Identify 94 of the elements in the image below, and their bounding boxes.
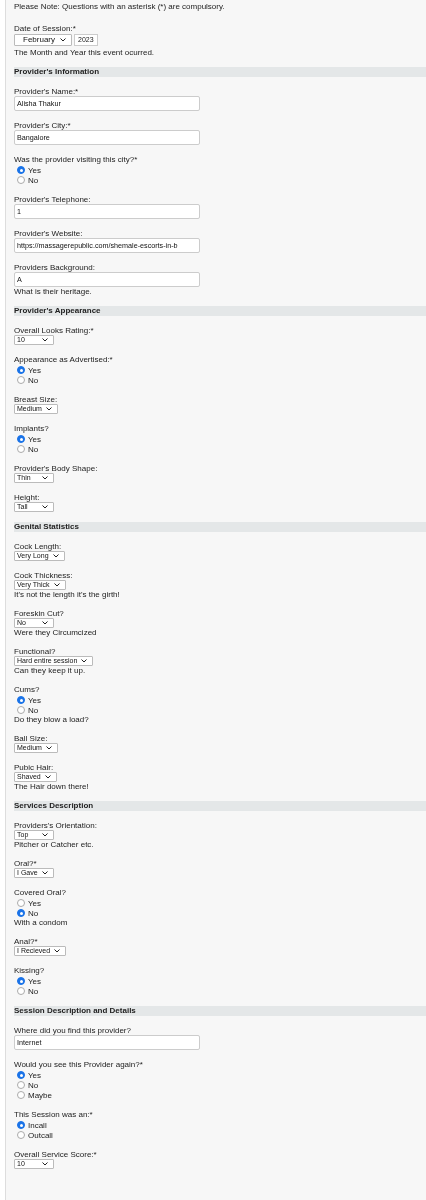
radio-option[interactable]: Yes <box>14 976 42 986</box>
radio-button[interactable] <box>17 977 25 985</box>
radio-option[interactable]: Yes <box>14 898 42 908</box>
field-label: Provider's Website: <box>14 229 83 238</box>
radio-button[interactable] <box>17 706 25 714</box>
caret-icon <box>44 775 51 779</box>
field-label: Foreskin Cut? <box>14 609 64 618</box>
field-label: Kissing? <box>14 966 45 975</box>
field-label: Date of Session:* <box>14 24 76 33</box>
field-label: Implants? <box>14 424 49 433</box>
field-label: Overall Service Score:* <box>14 1150 97 1159</box>
section-header: Session Description and Details <box>14 1006 426 1016</box>
radio-button[interactable] <box>17 445 25 453</box>
field-label: Providers's Orientation: <box>14 821 97 830</box>
field-label: Providers Background: <box>14 263 95 272</box>
help-text: The Hair down there! <box>14 782 89 791</box>
help-text: Do they blow a load? <box>14 715 89 724</box>
help-text: With a condom <box>14 918 68 927</box>
field-label: Where did you find this provider? <box>14 1026 131 1035</box>
radio-option[interactable]: No <box>14 908 39 918</box>
field-label: Appearance as Advertised:* <box>14 355 113 364</box>
field-label: Breast Size: <box>14 395 58 404</box>
radio-button[interactable] <box>17 987 25 995</box>
caret-icon <box>42 621 48 625</box>
radio-option[interactable]: Yes <box>14 695 42 705</box>
radio-option[interactable]: Outcall <box>14 1130 53 1140</box>
radio-option[interactable]: No <box>14 175 39 185</box>
caret-icon <box>53 583 60 587</box>
help-text: Were they Circumcized <box>14 628 97 637</box>
caret-icon <box>54 949 61 953</box>
field-label: Height: <box>14 493 40 502</box>
field-label: Overall Looks Rating:* <box>14 326 94 335</box>
month-dropdown[interactable]: February <box>14 34 72 46</box>
field-label: Covered Oral? <box>14 888 67 897</box>
radio-option[interactable]: Yes <box>14 365 42 375</box>
field-label: Cock Length: <box>14 542 62 551</box>
field-label: Anal?* <box>14 937 38 946</box>
field-label: Provider's Body Shape: <box>14 464 98 473</box>
caret-icon <box>45 407 52 411</box>
field-label: Oral?* <box>14 859 37 868</box>
caret-icon <box>42 871 48 875</box>
field-label: Pubic Hair: <box>14 763 54 772</box>
radio-button[interactable] <box>17 1131 25 1139</box>
caret-icon <box>42 1162 48 1166</box>
field-label: Functional? <box>14 647 56 656</box>
radio-option[interactable]: No <box>14 1080 39 1090</box>
radio-button[interactable] <box>17 1091 25 1099</box>
section-header: Provider's Appearance <box>14 306 426 316</box>
section-header: Genital Statistics <box>14 522 426 532</box>
field-label: Would you see this Provider again?* <box>14 1060 143 1069</box>
radio-button[interactable] <box>17 376 25 384</box>
notice-text: Please Note: Questions with an asterisk (*) are compulsory. <box>14 2 225 11</box>
radio-button[interactable] <box>17 166 25 174</box>
section-header: Services Description <box>14 801 426 811</box>
field-label: Provider's Telephone: <box>14 195 91 204</box>
field-label: Cock Thickness: <box>14 571 73 580</box>
help-text: The Month and Year this event ocurred. <box>14 48 155 57</box>
caret-icon <box>42 505 48 509</box>
radio-option[interactable]: Yes <box>14 1070 42 1080</box>
radio-option[interactable]: Yes <box>14 165 42 175</box>
help-text: Pitcher or Catcher etc. <box>14 840 94 849</box>
section-header: Provider's Information <box>14 67 426 77</box>
radio-button[interactable] <box>17 435 25 443</box>
caret-icon <box>42 338 48 342</box>
radio-option[interactable]: No <box>14 375 39 385</box>
caret-icon <box>45 746 52 750</box>
radio-button[interactable] <box>17 176 25 184</box>
radio-button[interactable] <box>17 366 25 374</box>
field-label: Cums? <box>14 685 40 694</box>
help-text: What is their heritage. <box>14 287 92 296</box>
radio-option[interactable]: No <box>14 986 39 996</box>
radio-button[interactable] <box>17 1071 25 1079</box>
radio-option[interactable]: No <box>14 705 39 715</box>
radio-button[interactable] <box>17 899 25 907</box>
caret-icon <box>52 554 59 558</box>
caret-icon <box>81 659 88 663</box>
radio-option[interactable]: Maybe <box>14 1090 52 1100</box>
field-label: Provider's Name:* <box>14 87 79 96</box>
field-label: Was the provider visiting this city?* <box>14 155 138 164</box>
radio-option[interactable]: Incall <box>14 1120 47 1130</box>
radio-option[interactable]: No <box>14 444 39 454</box>
radio-button[interactable] <box>17 909 25 917</box>
radio-button[interactable] <box>17 696 25 704</box>
help-text: It's not the length it's the girth! <box>14 590 120 599</box>
caret-icon <box>60 38 66 42</box>
radio-button[interactable] <box>17 1121 25 1129</box>
radio-button[interactable] <box>17 1081 25 1089</box>
radio-option[interactable]: Yes <box>14 434 42 444</box>
help-text: Can they keep it up. <box>14 666 86 675</box>
field-label: Provider's City:* <box>14 121 71 130</box>
caret-icon <box>42 833 48 837</box>
caret-icon <box>42 476 48 480</box>
field-label: Ball Size: <box>14 734 48 743</box>
field-label: This Session was an:* <box>14 1110 93 1119</box>
